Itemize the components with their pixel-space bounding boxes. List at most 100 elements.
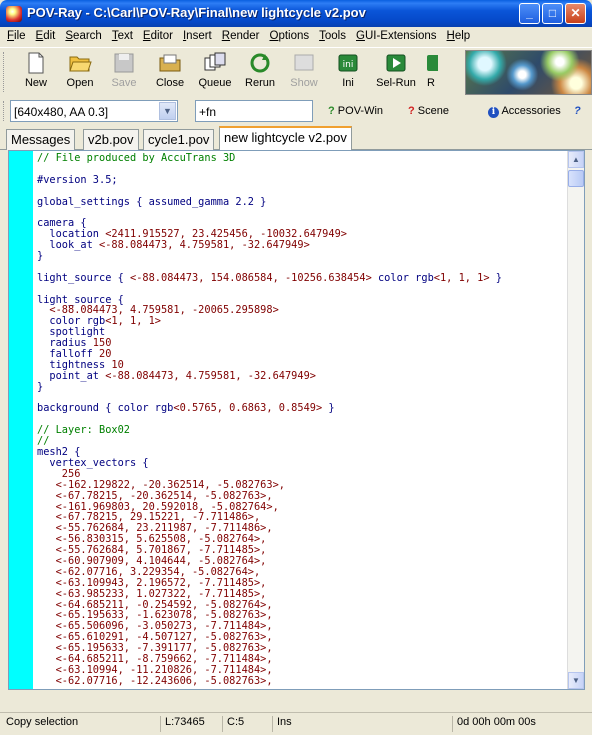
command-line-value: +fn [199, 105, 217, 119]
render-settings-toolbar: [640x480, AA 0.3] ▼ +fn ? POV-Win ? Scen… [0, 98, 592, 125]
status-bar: Copy selection L:73465 C:5 Ins 0d 00h 00… [0, 712, 592, 735]
code-line[interactable]: point_at <-88.084473, 4.759581, -32.6479… [37, 370, 502, 382]
open-button[interactable]: Open [60, 50, 100, 94]
code-line[interactable]: light_source { <-88.084473, 154.086584, … [37, 272, 502, 284]
povwin-label: POV-Win [337, 105, 384, 117]
code-line[interactable]: } [37, 381, 502, 393]
help-green-icon: ? [328, 105, 335, 117]
accessories-button[interactable]: i Accessories [488, 105, 561, 118]
menu-item[interactable]: Tools [314, 27, 351, 46]
new-label: New [24, 77, 47, 89]
code-line[interactable]: <-62.07716, -12.243606, -5.082763>, [37, 675, 502, 687]
close-window-button[interactable]: ✕ [565, 3, 586, 24]
queue-button[interactable]: Queue [196, 50, 234, 94]
document-tabs: Messages v2b.pov cycle1.pov new lightcyc… [0, 126, 592, 151]
code-line[interactable]: global_settings { assumed_gamma 2.2 } [37, 196, 502, 208]
tab-cycle1[interactable]: cycle1.pov [143, 129, 215, 150]
minimize-button[interactable]: _ [519, 3, 540, 24]
ini-label: Ini [342, 77, 354, 89]
window-title: POV-Ray - C:\Carl\POV-Ray\Final\new ligh… [27, 5, 366, 20]
new-button[interactable]: New [18, 50, 54, 94]
tab-new-lightcycle-v2[interactable]: new lightcycle v2.pov [219, 126, 352, 151]
sel-run-button[interactable]: Sel-Run [374, 50, 418, 94]
show-icon [294, 54, 314, 71]
menu-item[interactable]: Text [107, 27, 138, 46]
code-line[interactable]: color rgb<1, 1, 1> [37, 316, 502, 327]
open-folder-icon [69, 56, 92, 72]
chevron-down-icon[interactable]: ▼ [159, 102, 176, 120]
ini-icon: ini [338, 54, 358, 72]
vertical-scrollbar[interactable]: ▲ ▼ [567, 151, 584, 689]
code-line[interactable]: background { color rgb<0.5765, 0.6863, 0… [37, 403, 502, 414]
menu-item[interactable]: Editor [138, 27, 178, 46]
povray-banner-image [465, 50, 592, 95]
menu-item[interactable]: Options [264, 27, 314, 46]
resolution-select[interactable]: [640x480, AA 0.3] ▼ [10, 100, 178, 122]
run-button-partial[interactable]: R [424, 50, 438, 94]
menu-item[interactable]: Edit [31, 27, 61, 46]
ini-button[interactable]: ini Ini [333, 50, 363, 94]
run-label: R [427, 77, 435, 89]
rerun-icon [250, 53, 270, 73]
save-button[interactable]: Save [106, 50, 142, 94]
save-disk-icon [114, 53, 134, 73]
menu-bar: File Edit Search Text Editor Insert Render Opti… [0, 27, 592, 46]
menu-item[interactable]: GUI-Extensions [351, 27, 442, 46]
sel-run-label: Sel-Run [376, 77, 416, 89]
help-red-icon: ? [408, 105, 415, 117]
code-line[interactable]: // File produced by AccuTrans 3D [37, 153, 502, 164]
tab-v2b[interactable]: v2b.pov [83, 129, 139, 150]
save-label: Save [111, 77, 137, 89]
code-line[interactable]: vertex_vectors { [37, 457, 502, 469]
code-line[interactable]: // [37, 436, 502, 447]
scroll-down-icon[interactable]: ▼ [568, 672, 584, 689]
menu-item[interactable]: Render [217, 27, 265, 46]
toolbar2-grip[interactable] [3, 101, 6, 121]
command-line-input[interactable]: +fn [195, 100, 313, 122]
rerun-label: Rerun [245, 77, 275, 89]
close-file-button[interactable]: Close [152, 50, 188, 94]
code-line[interactable]: // Layer: Box02 [37, 425, 502, 436]
info-icon: i [488, 107, 499, 118]
menu-item[interactable]: Insert [178, 27, 217, 46]
show-button[interactable]: Show [286, 50, 322, 94]
queue-label: Queue [198, 77, 232, 89]
status-line: L:73465 [160, 716, 205, 732]
scene-label: Scene [417, 105, 449, 117]
povray-app-icon [6, 6, 22, 22]
resolution-value: [640x480, AA 0.3] [14, 105, 109, 119]
whats-this-icon[interactable]: ? [574, 105, 581, 117]
scroll-up-icon[interactable]: ▲ [568, 151, 584, 168]
menu-item[interactable]: Search [60, 27, 106, 46]
status-insert-mode: Ins [272, 716, 292, 732]
menu-item[interactable]: File [2, 27, 31, 46]
accessories-label: Accessories [501, 105, 561, 117]
code-editor[interactable]: // File produced by AccuTrans 3D #version… [8, 150, 585, 690]
tab-messages[interactable]: Messages [6, 129, 76, 150]
show-label: Show [290, 77, 318, 89]
editor-gutter[interactable] [9, 151, 33, 689]
close-label: Close [155, 77, 185, 89]
open-label: Open [66, 77, 94, 89]
close-folder-icon [159, 54, 181, 72]
status-render-timer: 0d 00h 00m 00s [452, 716, 536, 732]
scene-help-button[interactable]: ? Scene [408, 105, 449, 117]
toolbar-grip[interactable] [3, 52, 6, 92]
status-column: C:5 [222, 716, 244, 732]
code-line[interactable] [37, 207, 502, 218]
queue-icon [204, 52, 226, 71]
maximize-button[interactable]: □ [542, 3, 563, 24]
title-bar: POV-Ray - C:\Carl\POV-Ray\Final\new ligh… [0, 0, 592, 27]
code-line[interactable]: look_at <-88.084473, 4.759581, -32.64794… [37, 240, 502, 251]
sel-run-icon [386, 54, 406, 72]
run-icon [427, 55, 438, 71]
povwin-help-button[interactable]: ? POV-Win [328, 105, 383, 117]
code-line[interactable]: } [37, 251, 502, 262]
status-message: Copy selection [6, 716, 79, 728]
code-line[interactable]: #version 3.5; [37, 174, 502, 186]
svg-text:ini: ini [343, 60, 354, 70]
code-text[interactable]: // File produced by AccuTrans 3D #version… [37, 153, 502, 687]
menu-item[interactable]: Help [442, 27, 476, 46]
rerun-button[interactable]: Rerun [242, 50, 278, 94]
scroll-thumb[interactable] [568, 170, 584, 187]
